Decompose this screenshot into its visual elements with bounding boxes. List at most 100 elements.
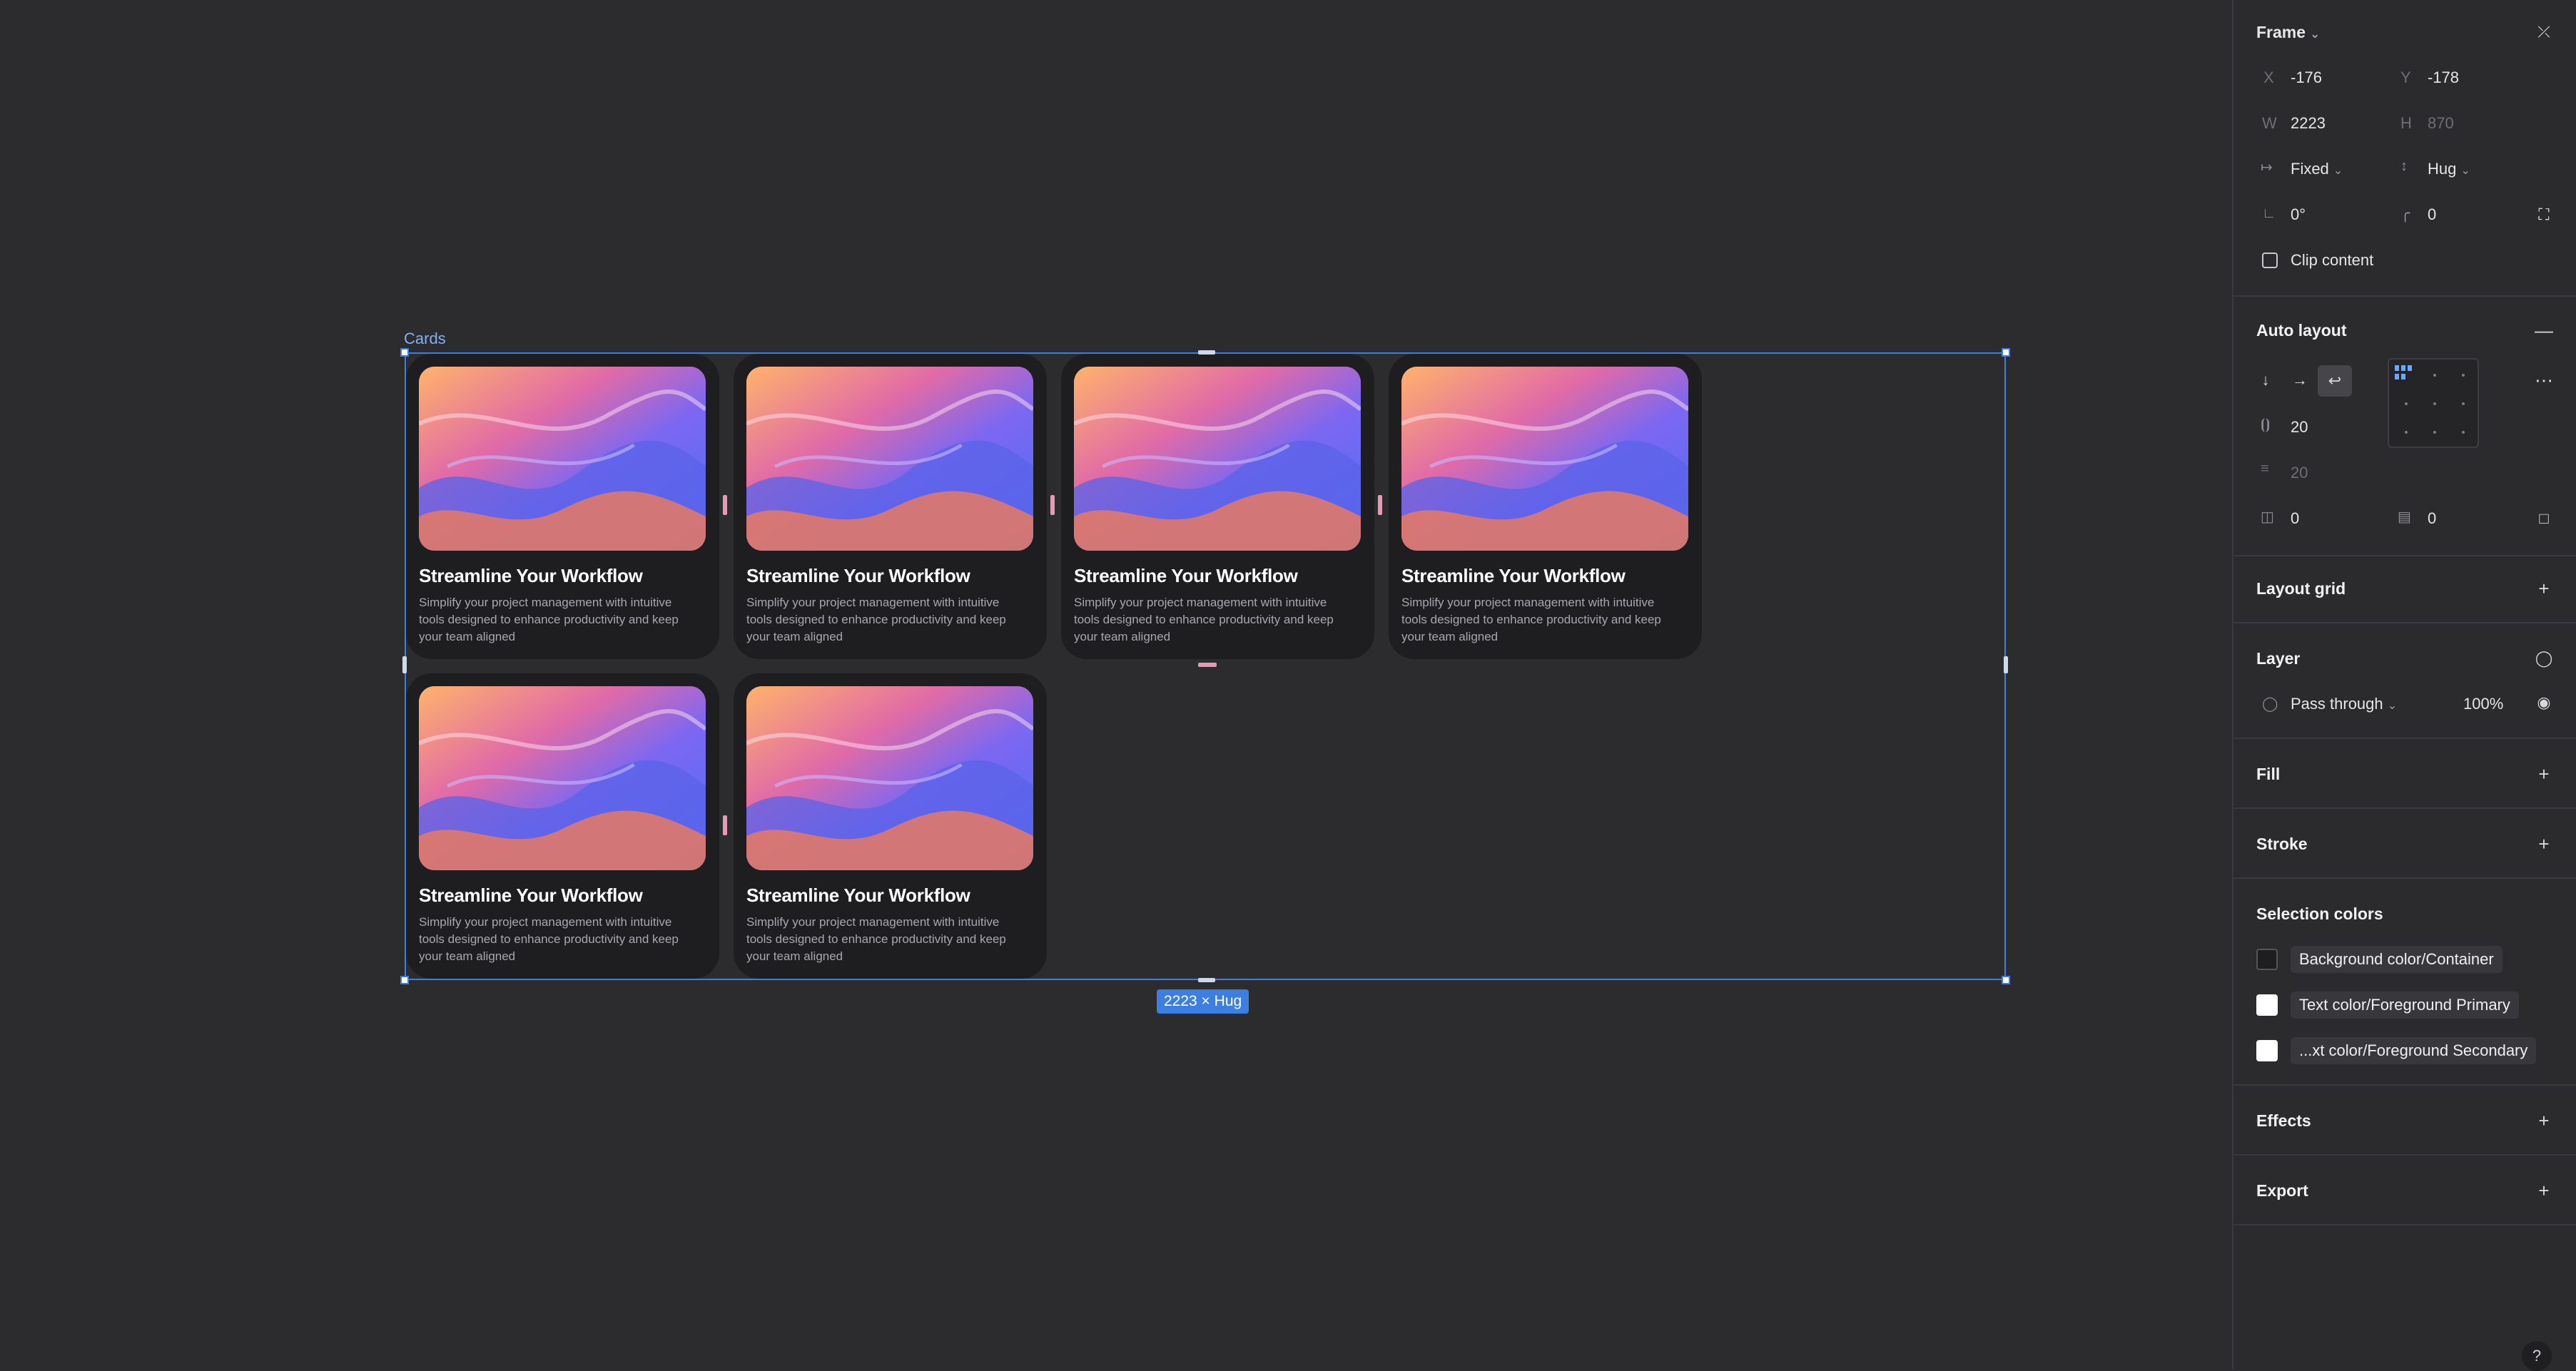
card-title: Streamline Your Workflow xyxy=(1074,565,1298,586)
card[interactable]: Streamline Your Workflow Simplify your p… xyxy=(406,354,719,659)
design-canvas[interactable]: Cards Streamline Your Workflow Simplify … xyxy=(0,0,2232,1370)
chevron-down-icon: ⌄ xyxy=(2310,29,2320,41)
wrap-direction-icon[interactable]: ↩ xyxy=(2318,365,2352,397)
blend-mode-label: Pass through xyxy=(2291,695,2383,713)
eye-icon[interactable]: ◉ xyxy=(2533,692,2555,713)
add-fill-icon[interactable]: + xyxy=(2533,763,2555,785)
resize-handle-bottom[interactable] xyxy=(1198,978,1215,982)
clip-content-checkbox[interactable] xyxy=(2262,253,2278,268)
corner-radius-input[interactable]: 0 xyxy=(2428,205,2436,224)
alignment-grid[interactable] xyxy=(2388,358,2479,448)
height-input[interactable]: 870 xyxy=(2428,114,2454,133)
color-style-pill[interactable]: Background color/Container xyxy=(2291,946,2503,973)
align-dot[interactable] xyxy=(2462,374,2465,377)
divider xyxy=(2233,622,2576,623)
gap-handle[interactable] xyxy=(723,495,727,515)
horizontal-padding-input[interactable]: 0 xyxy=(2291,509,2299,528)
gap-handle[interactable] xyxy=(1378,495,1382,515)
divider xyxy=(2233,1084,2576,1086)
resize-handle-right[interactable] xyxy=(2004,656,2008,673)
color-style-pill[interactable]: ...xt color/Foreground Secondary xyxy=(2291,1037,2537,1064)
width-input[interactable]: 2223 xyxy=(2291,114,2326,133)
fill-title: Fill xyxy=(2256,765,2281,783)
horizontal-resize-icon: ↦ xyxy=(2261,160,2273,175)
card[interactable]: Streamline Your Workflow Simplify your p… xyxy=(1061,354,1374,659)
card-description: Simplify your project management with in… xyxy=(746,596,1006,643)
align-dot[interactable] xyxy=(2462,402,2465,405)
layout-grid-title: Layout grid xyxy=(2256,579,2346,598)
resize-handle-left[interactable] xyxy=(402,656,407,673)
individual-padding-icon[interactable]: □ xyxy=(2533,508,2555,529)
resize-handle-bottom-left[interactable] xyxy=(400,976,409,984)
frame-type-dropdown[interactable]: Frame ⌄ xyxy=(2256,23,2320,42)
align-dot[interactable] xyxy=(2405,431,2408,434)
card-description: Simplify your project management with in… xyxy=(419,596,679,643)
add-export-icon[interactable]: + xyxy=(2533,1180,2555,1201)
rotation-input[interactable]: 0° xyxy=(2291,205,2306,224)
vertical-direction-icon[interactable]: ↓ xyxy=(2255,369,2276,391)
independent-corners-icon[interactable]: ⛶ xyxy=(2533,204,2555,225)
blend-mode-dropdown[interactable]: Pass through ⌄ xyxy=(2291,695,2397,713)
effects-title: Effects xyxy=(2256,1111,2311,1130)
y-label: Y xyxy=(2400,68,2411,86)
size-badge: 2223 × Hug xyxy=(1157,989,1249,1014)
add-layout-grid-icon[interactable]: + xyxy=(2533,578,2555,599)
x-input[interactable]: -176 xyxy=(2291,68,2322,87)
gap-handle[interactable] xyxy=(723,815,727,835)
selection-colors-title: Selection colors xyxy=(2256,904,2383,923)
color-swatch[interactable] xyxy=(2256,994,2278,1016)
card[interactable]: Streamline Your Workflow Simplify your p… xyxy=(1389,354,1702,659)
color-swatch[interactable] xyxy=(2256,1040,2278,1061)
horizontal-padding-icon: ◫ xyxy=(2261,509,2274,525)
resize-handle-bottom-right[interactable] xyxy=(2002,976,2010,984)
frame-name-label[interactable]: Cards xyxy=(404,330,446,348)
rotation-icon: ∟ xyxy=(2262,205,2276,221)
card-title: Streamline Your Workflow xyxy=(419,885,643,906)
horizontal-direction-icon[interactable]: → xyxy=(2289,369,2311,391)
align-dot[interactable] xyxy=(2433,374,2436,377)
help-button[interactable]: ? xyxy=(2522,1341,2552,1371)
align-dot[interactable] xyxy=(2433,402,2436,405)
align-dot[interactable] xyxy=(2433,431,2436,434)
w-label: W xyxy=(2262,114,2277,132)
add-stroke-icon[interactable]: + xyxy=(2533,833,2555,855)
card-description: Simplify your project management with in… xyxy=(419,915,679,963)
resize-handle-top[interactable] xyxy=(1198,350,1215,355)
blend-mode-icon: ◯ xyxy=(2262,696,2278,712)
remove-auto-layout-icon[interactable]: — xyxy=(2533,320,2555,341)
resize-handle-top-left[interactable] xyxy=(400,348,409,357)
gap-handle[interactable] xyxy=(1198,663,1217,667)
component-icon[interactable]: ◯ xyxy=(2533,648,2555,669)
card-image xyxy=(746,367,1033,551)
more-options-icon[interactable]: ⋯ xyxy=(2533,369,2555,391)
vertical-padding-icon: ▤ xyxy=(2398,509,2411,525)
card[interactable]: Streamline Your Workflow Simplify your p… xyxy=(734,673,1047,979)
color-swatch[interactable] xyxy=(2256,949,2278,970)
vertical-padding-input[interactable]: 0 xyxy=(2428,509,2436,528)
card[interactable]: Streamline Your Workflow Simplify your p… xyxy=(406,673,719,979)
card[interactable]: Streamline Your Workflow Simplify your p… xyxy=(734,354,1047,659)
divider xyxy=(2233,877,2576,879)
vertical-gap-icon: ≡ xyxy=(2261,461,2269,476)
card-title: Streamline Your Workflow xyxy=(746,565,970,586)
add-effect-icon[interactable]: + xyxy=(2533,1110,2555,1131)
collapse-icon[interactable]: ⤫ xyxy=(2533,21,2555,43)
divider xyxy=(2233,807,2576,809)
y-input[interactable]: -178 xyxy=(2428,68,2459,87)
auto-layout-title: Auto layout xyxy=(2256,321,2347,340)
divider xyxy=(2233,295,2576,297)
vertical-gap-input[interactable]: 20 xyxy=(2291,464,2308,482)
opacity-input[interactable]: 100% xyxy=(2463,695,2503,713)
gap-handle[interactable] xyxy=(1050,495,1055,515)
align-dot[interactable] xyxy=(2405,402,2408,405)
divider xyxy=(2233,555,2576,556)
card-image xyxy=(419,367,706,551)
align-dot[interactable] xyxy=(2462,431,2465,434)
color-style-pill[interactable]: Text color/Foreground Primary xyxy=(2291,992,2519,1019)
resize-handle-top-right[interactable] xyxy=(2002,348,2010,357)
width-mode-dropdown[interactable]: Fixed ⌄ xyxy=(2291,160,2343,178)
horizontal-gap-input[interactable]: 20 xyxy=(2291,418,2308,437)
height-mode-dropdown[interactable]: Hug ⌄ xyxy=(2428,160,2470,178)
align-top-left-icon[interactable] xyxy=(2395,365,2415,381)
card-image xyxy=(419,686,706,870)
